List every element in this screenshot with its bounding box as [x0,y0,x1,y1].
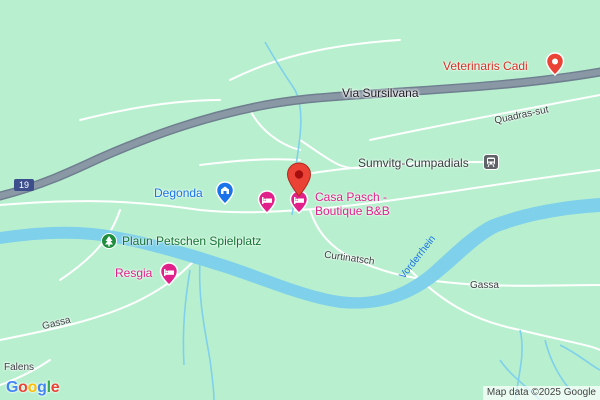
poi-label-casa-pasch-line1: Casa Pasch - [315,190,388,204]
pin-icon[interactable] [545,52,565,76]
poi-label-veterinaris[interactable]: Veterinaris Cadi [443,59,528,73]
logo-letter: G [6,379,19,396]
lodging-icon[interactable] [215,181,235,205]
route-shield-19: 19 [14,179,34,191]
train-station-icon[interactable] [483,154,499,170]
vorderrhein-river [0,198,600,309]
google-logo[interactable]: Google [6,379,60,397]
road-label-gassa-right: Gassa [470,280,499,291]
logo-letter: e [50,379,60,396]
road-label-via-sursilvana: Via Sursilvana [342,86,419,100]
location-pin-icon[interactable] [286,162,312,198]
poi-label-plaun[interactable]: Plaun Petschen Spielplatz [122,234,261,248]
bed-icon[interactable] [257,190,277,214]
poi-label-casa-pasch-line2: Boutique B&B [315,204,390,218]
poi-label-sumvitg[interactable]: Sumvitg-Cumpadials [358,156,469,170]
logo-letter: g [37,379,47,396]
map-attribution[interactable]: Map data ©2025 Google [482,386,600,400]
bed-icon[interactable] [159,262,179,286]
logo-letter: o [27,379,38,396]
poi-label-casa-pasch[interactable]: Casa Pasch - Boutique B&B [315,190,390,218]
logo-letter: o [18,379,28,396]
place-label-falens: Falens [4,362,35,373]
poi-label-resgia[interactable]: Resgia [115,266,152,280]
poi-label-degonda[interactable]: Degonda [154,186,203,200]
map-canvas[interactable]: 19 Via Sursilvana Quadras-sut Curtinatsc… [0,0,600,400]
tree-icon[interactable] [101,233,117,249]
